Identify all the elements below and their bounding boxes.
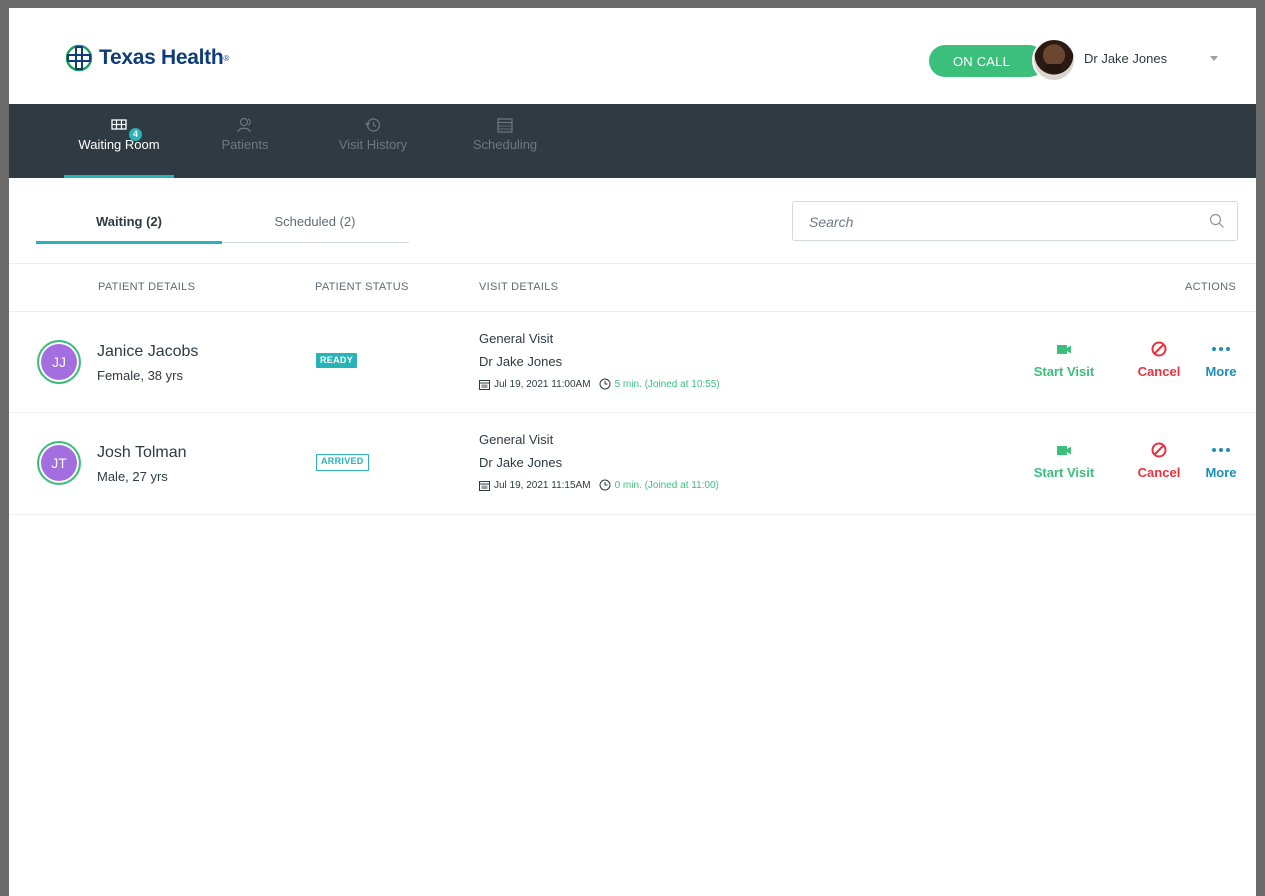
visit-datetime: Jul 19, 2021 11:15AM	[494, 479, 591, 491]
start-visit-label: Start Visit	[1033, 465, 1095, 480]
tab-label: Scheduled (2)	[274, 214, 356, 229]
patient-avatar: JT	[37, 441, 81, 485]
status-badge: ARRIVED	[316, 454, 369, 471]
visit-doctor: Dr Jake Jones	[479, 455, 563, 470]
user-name[interactable]: Dr Jake Jones	[1084, 51, 1167, 66]
start-visit-button[interactable]: Start Visit	[1029, 441, 1099, 480]
tab-waiting[interactable]: Waiting (2)	[36, 200, 222, 244]
app-header: Texas Health ® ON CALL Dr Jake Jones	[9, 8, 1256, 104]
calendar-icon	[479, 379, 490, 390]
active-tab-indicator	[36, 241, 222, 244]
user-avatar[interactable]	[1032, 38, 1076, 82]
status-badge: READY	[316, 353, 358, 368]
column-header-actions: ACTIONS	[1185, 281, 1236, 293]
nav-item-label: Patients	[221, 137, 269, 152]
video-camera-icon	[1057, 345, 1071, 354]
patient-name[interactable]: Janice Jacobs	[97, 343, 198, 361]
more-dots-icon	[1212, 448, 1230, 452]
cancel-label: Cancel	[1137, 364, 1181, 379]
patient-name[interactable]: Josh Tolman	[97, 444, 187, 462]
column-header-patient-status: PATIENT STATUS	[315, 281, 409, 293]
nav-item-label: Waiting Room	[78, 137, 160, 152]
calendar-icon	[497, 118, 513, 133]
patient-demographics: Female, 38 yrs	[97, 368, 183, 383]
nav-item-scheduling[interactable]: Scheduling	[465, 104, 545, 178]
queue-tabs: Waiting (2) Scheduled (2)	[36, 200, 409, 244]
on-call-toggle[interactable]: ON CALL	[929, 45, 1045, 77]
texas-health-cross-icon	[65, 44, 93, 72]
nav-item-waiting-room[interactable]: 4 Waiting Room	[64, 104, 174, 178]
visit-time: Jul 19, 2021 11:00AM 5 min. (Joined at 1…	[479, 378, 720, 390]
more-button[interactable]: More	[1201, 340, 1241, 379]
start-visit-button[interactable]: Start Visit	[1029, 340, 1099, 379]
cancel-button[interactable]: Cancel	[1131, 441, 1187, 480]
cancel-button[interactable]: Cancel	[1131, 340, 1187, 379]
wait-time: 5 min. (Joined at 10:55)	[614, 378, 720, 390]
more-button[interactable]: More	[1201, 441, 1241, 480]
more-dots-icon	[1212, 347, 1230, 351]
divider	[9, 514, 1256, 515]
cancel-icon	[1151, 442, 1167, 458]
start-visit-label: Start Visit	[1033, 364, 1095, 379]
tab-scheduled[interactable]: Scheduled (2)	[222, 200, 408, 242]
clock-icon	[599, 378, 611, 390]
cancel-icon	[1151, 341, 1167, 357]
search-input[interactable]	[807, 211, 1191, 233]
patients-icon	[237, 117, 251, 133]
search-icon[interactable]	[1209, 213, 1225, 229]
tab-label: Waiting (2)	[96, 214, 162, 229]
search-box	[792, 201, 1238, 241]
waiting-room-icon	[111, 119, 127, 130]
more-label: More	[1205, 364, 1237, 379]
visit-type: General Visit	[479, 331, 554, 346]
calendar-icon	[479, 480, 490, 491]
visit-type: General Visit	[479, 432, 554, 447]
video-camera-icon	[1057, 446, 1071, 455]
patient-demographics: Male, 27 yrs	[97, 469, 168, 484]
brand-name: Texas Health	[99, 46, 224, 69]
column-header-patient-details: PATIENT DETAILS	[98, 281, 196, 293]
visit-datetime: Jul 19, 2021 11:00AM	[494, 378, 591, 390]
nav-item-patients[interactable]: Patients	[209, 104, 281, 178]
divider	[9, 263, 1256, 264]
brand-logo[interactable]: Texas Health ®	[65, 44, 229, 72]
patient-avatar: JJ	[37, 340, 81, 384]
table-row: JT Josh Tolman Male, 27 yrs ARRIVED Gene…	[9, 413, 1256, 514]
more-label: More	[1205, 465, 1237, 480]
nav-item-label: Visit History	[338, 137, 408, 152]
main-nav: 4 Waiting Room Patients Visit History Sc…	[9, 104, 1256, 178]
chevron-down-icon[interactable]	[1210, 56, 1218, 61]
visit-doctor: Dr Jake Jones	[479, 354, 563, 369]
visit-time: Jul 19, 2021 11:15AM 0 min. (Joined at 1…	[479, 479, 719, 491]
waiting-count-badge: 4	[129, 128, 142, 141]
active-nav-indicator	[64, 175, 174, 178]
wait-time: 0 min. (Joined at 11:00)	[614, 479, 719, 491]
on-call-label: ON CALL	[953, 53, 1011, 69]
clock-icon	[599, 479, 611, 491]
column-header-visit-details: VISIT DETAILS	[479, 281, 559, 293]
cancel-label: Cancel	[1137, 465, 1181, 480]
nav-item-visit-history[interactable]: Visit History	[327, 104, 419, 178]
table-row: JJ Janice Jacobs Female, 38 yrs READY Ge…	[9, 312, 1256, 413]
brand-registered-mark: ®	[223, 53, 230, 63]
nav-item-label: Scheduling	[472, 137, 538, 152]
history-icon	[365, 118, 381, 132]
